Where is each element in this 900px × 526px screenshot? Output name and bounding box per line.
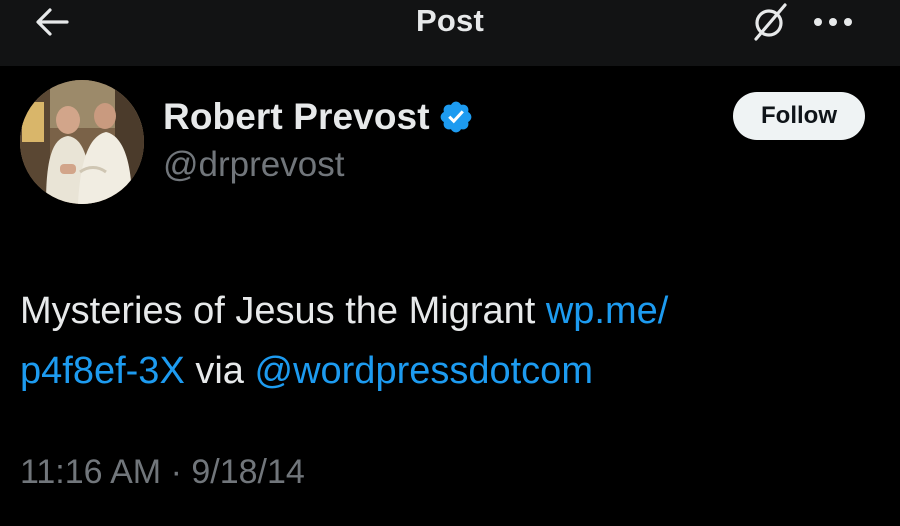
author-display-name[interactable]: Robert Prevost	[163, 96, 430, 138]
post-link-part2: p4f8ef-3X	[20, 350, 185, 392]
grok-button[interactable]	[748, 0, 792, 44]
meta-separator: ·	[161, 453, 192, 491]
post-text: Mysteries of Jesus the Migrant wp.me/p4f…	[20, 281, 880, 401]
post-timestamp[interactable]: 11:16 AM · 9/18/14	[20, 453, 305, 492]
author-name-row: Robert Prevost	[163, 93, 474, 141]
more-options-button[interactable]	[808, 4, 858, 40]
post-date: 9/18/14	[191, 453, 305, 491]
post-text-via: via	[184, 350, 255, 392]
post-text-body: Mysteries of Jesus the Migrant	[20, 290, 546, 332]
more-horizontal-icon	[814, 18, 852, 26]
post-link-part1: wp.me/	[545, 290, 669, 332]
post-time: 11:16 AM	[20, 453, 162, 491]
author-handle[interactable]: @drprevost	[163, 145, 344, 185]
mention-link[interactable]: @wordpressdotcom	[255, 350, 593, 392]
follow-button[interactable]: Follow	[733, 92, 865, 140]
top-bar: Post	[0, 0, 900, 66]
verified-badge-icon[interactable]	[438, 99, 474, 135]
profile-photo-icon	[20, 80, 144, 204]
avatar[interactable]	[20, 80, 144, 204]
grok-icon	[754, 3, 787, 41]
post-screen: Post Robert Prevost @drprevost Follow My…	[0, 0, 900, 526]
